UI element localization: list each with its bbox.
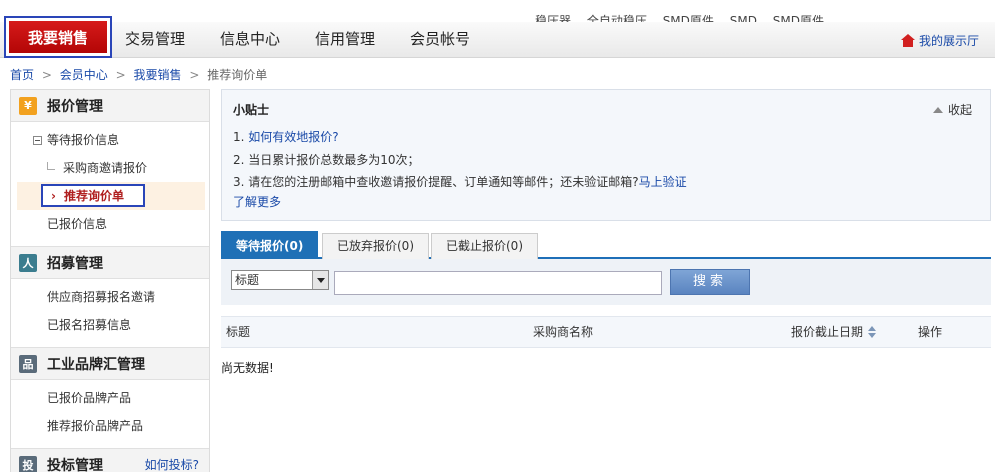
nav-active-highlight: 我要销售 [4, 16, 112, 58]
column-buyer: 采购商名称 [533, 325, 594, 339]
search-field-select[interactable]: 标题 [231, 270, 329, 290]
breadcrumb-home[interactable]: 首页 [10, 68, 34, 82]
showroom-label: 我的展示厅 [918, 33, 979, 48]
sidebar-item-recruit-signed[interactable]: 已报名招募信息 [11, 311, 209, 339]
tab-expired[interactable]: 已截止报价(0) [431, 233, 538, 259]
search-bar: 标题 搜索 [221, 259, 991, 305]
sidebar-current-highlight[interactable]: › 推荐询价单 [41, 184, 145, 207]
tab-abandoned[interactable]: 已放弃报价(0) [322, 233, 429, 259]
learn-more-link[interactable]: 了解更多 [233, 195, 281, 209]
top-links-strip: 稳压器 全自动稳压 SMD原件 SMD SMD原件 [0, 0, 995, 22]
tip-prefix: 1. [233, 130, 249, 144]
sidebar-item-brand-quoted[interactable]: 已报价品牌产品 [11, 384, 209, 412]
sidebar: ¥ 报价管理 等待报价信息 采购商邀请报价 › 推荐询价单 已报价信息 人 招募… [10, 89, 210, 472]
tips-collapse-button[interactable]: 收起 [932, 101, 972, 118]
top-links: 稳压器 全自动稳压 SMD原件 SMD SMD原件 [535, 12, 836, 22]
sidebar-section-bid[interactable]: 投 投标管理 如何投标? [11, 449, 209, 472]
top-link[interactable]: 全自动稳压 [587, 14, 647, 22]
sidebar-quote-list: 等待报价信息 采购商邀请报价 › 推荐询价单 已报价信息 [11, 122, 209, 247]
breadcrumb-current: 推荐询价单 [207, 68, 268, 82]
top-link[interactable]: 稳压器 [535, 14, 571, 22]
tip-text: 3. 请在您的注册邮箱中查收邀请报价提醒、订单通知等邮件；还未验证邮箱? [233, 175, 639, 189]
tip-line-2: 2. 当日累计报价总数最多为10次； [233, 153, 420, 167]
tip-line-1: 1. 如何有效地报价? [233, 128, 339, 145]
sidebar-item-label: 采购商邀请报价 [63, 161, 148, 175]
top-link[interactable]: SMD [730, 14, 757, 22]
nav-item-info[interactable]: 信息中心 [220, 22, 280, 58]
how-to-bid-link[interactable]: 如何投标? [145, 456, 199, 472]
sidebar-item-label: 已报价品牌产品 [47, 391, 132, 405]
breadcrumb-sell[interactable]: 我要销售 [133, 68, 181, 82]
how-to-quote-link[interactable]: 如何有效地报价? [248, 130, 338, 144]
showroom-link[interactable]: 我的展示厅 [900, 22, 979, 58]
person-icon: 人 [19, 253, 37, 272]
sidebar-recruit-list: 供应商招募报名邀请 已报名招募信息 [11, 279, 209, 348]
brand-icon: 品 [19, 354, 37, 373]
nav-item-trade[interactable]: 交易管理 [125, 22, 185, 58]
bid-icon: 投 [19, 455, 37, 472]
collapse-minus-icon[interactable] [33, 136, 42, 145]
breadcrumb-separator: > [115, 68, 126, 82]
yen-icon: ¥ [19, 96, 37, 115]
collapse-up-icon [932, 107, 943, 113]
select-value: 标题 [235, 273, 260, 287]
tree-branch-icon [47, 162, 55, 170]
sidebar-section-quote[interactable]: ¥ 报价管理 [11, 90, 209, 122]
sidebar-item-label: 已报名招募信息 [47, 318, 132, 332]
sidebar-item-label: 推荐询价单 [63, 188, 124, 203]
column-title: 标题 [226, 325, 251, 339]
tab-pending[interactable]: 等待报价(0) [221, 231, 319, 259]
search-input[interactable] [334, 271, 662, 295]
column-deadline-label: 报价截止日期 [791, 325, 864, 339]
search-button[interactable]: 搜索 [670, 269, 750, 295]
sidebar-item-pending[interactable]: 等待报价信息 [11, 126, 209, 154]
breadcrumb-separator: > [41, 68, 52, 82]
sidebar-item-invited[interactable]: 采购商邀请报价 [11, 154, 209, 182]
sidebar-item-label: 供应商招募报名邀请 [47, 290, 156, 304]
sidebar-section-title: 工业品牌汇管理 [47, 356, 145, 373]
sidebar-section-brand[interactable]: 品 工业品牌汇管理 [11, 348, 209, 380]
top-link[interactable]: SMD原件 [773, 14, 824, 22]
table-header: 标题 采购商名称 报价截止日期 操作 [221, 316, 991, 348]
sidebar-item-label: 已报价信息 [47, 217, 108, 231]
tips-panel: 小贴士 收起 1. 如何有效地报价? 2. 当日累计报价总数最多为10次； 3.… [221, 89, 991, 221]
sidebar-item-recommended[interactable]: › 推荐询价单 [17, 182, 205, 210]
sidebar-section-recruit[interactable]: 人 招募管理 [11, 247, 209, 279]
sort-icon[interactable] [867, 326, 877, 338]
sidebar-item-label: 推荐报价品牌产品 [47, 419, 144, 433]
chevron-right-icon: › [51, 188, 56, 203]
tip-more: 了解更多 [233, 193, 281, 210]
nav-item-account[interactable]: 会员帐号 [410, 22, 470, 58]
column-deadline[interactable]: 报价截止日期 [791, 317, 877, 347]
sidebar-section-title: 投标管理 [47, 457, 103, 472]
breadcrumb-separator: > [189, 68, 200, 82]
sidebar-section-title: 招募管理 [47, 255, 103, 272]
nav-item-credit[interactable]: 信用管理 [315, 22, 375, 58]
sidebar-item-label: 等待报价信息 [47, 133, 120, 147]
column-action: 操作 [918, 325, 943, 339]
top-link[interactable]: SMD原件 [663, 14, 714, 22]
breadcrumb: 首页 > 会员中心 > 我要销售 > 推荐询价单 [10, 66, 267, 83]
sidebar-item-quoted[interactable]: 已报价信息 [11, 210, 209, 238]
sidebar-section-title: 报价管理 [47, 98, 103, 115]
tips-title: 小贴士 [233, 103, 270, 117]
home-icon [900, 33, 915, 47]
dropdown-arrow-icon[interactable] [312, 271, 328, 289]
main-nav: 我要销售 交易管理 信息中心 信用管理 会员帐号 我的展示厅 [0, 16, 995, 58]
quote-tabs: 等待报价(0) 已放弃报价(0) 已截止报价(0) [221, 231, 991, 259]
verify-email-link[interactable]: 马上验证 [639, 175, 687, 189]
breadcrumb-member-center[interactable]: 会员中心 [60, 68, 108, 82]
tip-line-3: 3. 请在您的注册邮箱中查收邀请报价提醒、订单通知等邮件；还未验证邮箱?马上验证 [233, 173, 687, 190]
empty-state: 尚无数据! [221, 361, 274, 375]
collapse-label: 收起 [947, 103, 972, 117]
nav-item-sell[interactable]: 我要销售 [9, 21, 107, 53]
sidebar-item-brand-recommended[interactable]: 推荐报价品牌产品 [11, 412, 209, 440]
sidebar-item-recruit-invites[interactable]: 供应商招募报名邀请 [11, 283, 209, 311]
sidebar-brand-list: 已报价品牌产品 推荐报价品牌产品 [11, 380, 209, 449]
